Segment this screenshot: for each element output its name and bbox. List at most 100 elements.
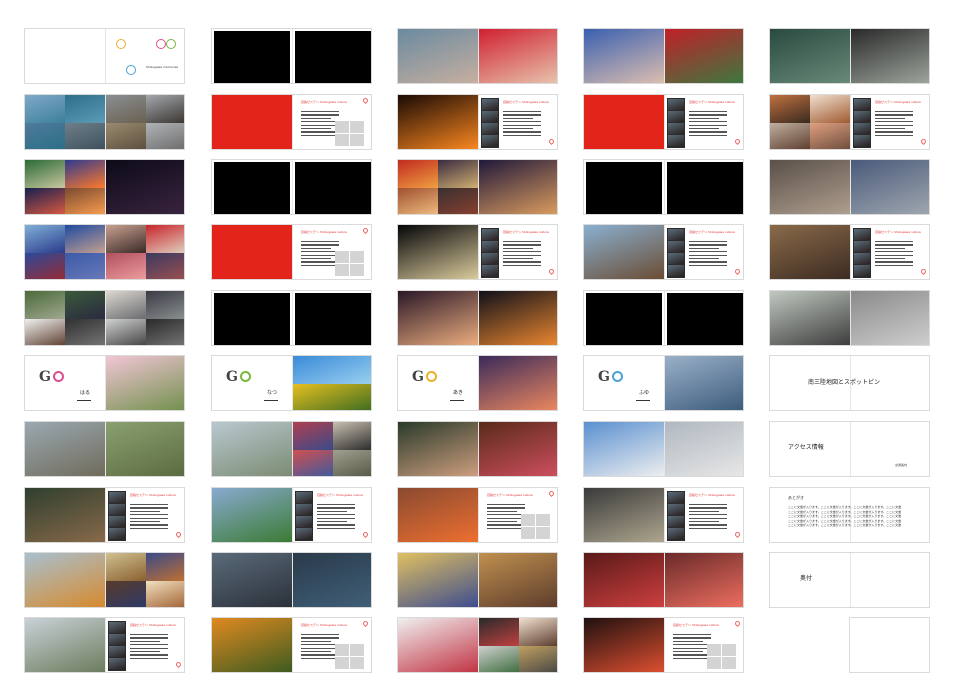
- book-spread-3[interactable]: [24, 224, 185, 280]
- book-spread-7[interactable]: 目指せステ〜 Shizugawa nature: [24, 487, 185, 543]
- image-placeholder: [707, 644, 721, 656]
- text-line: [673, 644, 711, 646]
- book-spread-24[interactable]: [397, 290, 558, 346]
- book-spread-10[interactable]: [211, 28, 372, 84]
- book-spread-47[interactable]: あとがき ここに文章が入ります。ここに文章が入ります。ここに文章が入ります。ここに…: [769, 487, 930, 543]
- book-spread-20[interactable]: [397, 28, 558, 84]
- book-spread-15[interactable]: G なつ: [211, 355, 372, 411]
- text-line: [301, 647, 339, 649]
- text-line: [301, 261, 339, 263]
- book-spread-6[interactable]: [24, 421, 185, 477]
- photo: [665, 553, 743, 607]
- book-spread-30[interactable]: [583, 28, 744, 84]
- page-fold: [105, 29, 106, 83]
- text-line: [301, 634, 339, 636]
- book-spread-18[interactable]: [211, 552, 372, 608]
- right-page: [293, 160, 371, 214]
- book-spread-0[interactable]: Shizugawa memories: [24, 28, 185, 84]
- photo: [293, 450, 333, 476]
- left-page: [212, 225, 292, 279]
- right-page: 目指せステ〜 Shizugawa nature: [293, 95, 371, 149]
- book-spread-42[interactable]: [769, 159, 930, 215]
- book-spread-43[interactable]: 目指せステ〜 Shizugawa nature: [769, 224, 930, 280]
- book-spread-8[interactable]: [24, 552, 185, 608]
- photo: [106, 422, 184, 476]
- book-spread-4[interactable]: [24, 290, 185, 346]
- book-spread-16[interactable]: [211, 421, 372, 477]
- thumbnail: [668, 504, 684, 515]
- text-line: [487, 521, 517, 523]
- book-spread-17[interactable]: 目指せステ〜 Shizugawa nature: [211, 487, 372, 543]
- book-spread-48[interactable]: 奥付: [769, 552, 930, 608]
- book-spread-26[interactable]: [397, 421, 558, 477]
- map-pin-icon: [547, 267, 556, 276]
- photo: [398, 291, 478, 345]
- text-line: [689, 521, 719, 523]
- book-spread-41[interactable]: 目指せステ〜 Shizugawa nature: [769, 94, 930, 150]
- photo: [65, 291, 105, 319]
- full-page-photo: [106, 160, 184, 214]
- book-spread-27[interactable]: 目指せステ〜 Shizugawa nature: [397, 487, 558, 543]
- page-fold: [292, 291, 293, 345]
- book-spread-36[interactable]: [583, 421, 744, 477]
- page-fold: [664, 618, 665, 672]
- book-spread-33[interactable]: 目指せステ〜 Shizugawa nature: [583, 224, 744, 280]
- book-spread-22[interactable]: [397, 159, 558, 215]
- book-spread-49[interactable]: [769, 617, 930, 673]
- book-spread-39[interactable]: 目指せステ〜 Shizugawa nature: [583, 617, 744, 673]
- book-spread-21[interactable]: 目指せステ〜 Shizugawa nature: [397, 94, 558, 150]
- text-line: [875, 258, 905, 260]
- book-spread-40[interactable]: [769, 28, 930, 84]
- book-spread-23[interactable]: 目指せステ〜 Shizugawa nature: [397, 224, 558, 280]
- right-page: 目指せステ〜 Shizugawa nature: [293, 225, 371, 279]
- book-spread-29[interactable]: [397, 617, 558, 673]
- text-line: [317, 517, 355, 519]
- book-spread-2[interactable]: [24, 159, 185, 215]
- book-spread-38[interactable]: [583, 552, 744, 608]
- text-line: [875, 247, 905, 250]
- book-spread-5[interactable]: G はる: [24, 355, 185, 411]
- book-spread-44[interactable]: [769, 290, 930, 346]
- text-line: [487, 517, 525, 519]
- book-spread-11[interactable]: 目指せステ〜 Shizugawa nature: [211, 94, 372, 150]
- book-spread-9[interactable]: 目指せステ〜 Shizugawa nature: [24, 617, 185, 673]
- book-spread-25[interactable]: G あき: [397, 355, 558, 411]
- book-spread-28[interactable]: [397, 552, 558, 608]
- book-spread-32[interactable]: [583, 159, 744, 215]
- text-line: [301, 657, 339, 660]
- page-fold: [664, 29, 665, 83]
- text-line: [130, 507, 168, 509]
- book-spread-34[interactable]: [583, 290, 744, 346]
- feature-heading: 目指せステ〜 Shizugawa nature: [301, 230, 347, 234]
- left-page: G ふゆ: [584, 356, 664, 410]
- text-line: [875, 111, 913, 113]
- left-page: [584, 291, 664, 345]
- book-spread-19[interactable]: 目指せステ〜 Shizugawa nature: [211, 617, 372, 673]
- book-spread-31[interactable]: 目指せステ〜 Shizugawa nature: [583, 94, 744, 150]
- page-fold: [850, 553, 851, 607]
- book-spread-12[interactable]: [211, 159, 372, 215]
- book-spread-45[interactable]: 南三陸地図とスポットピン: [769, 355, 930, 411]
- image-placeholder: [350, 264, 364, 276]
- text-line: [875, 254, 913, 256]
- photo: [146, 291, 184, 319]
- text-line: [689, 264, 727, 267]
- book-spread-46[interactable]: アクセス情報 交通案内: [769, 421, 930, 477]
- book-spread-1[interactable]: [24, 94, 185, 150]
- colophon-title: 奥付: [800, 575, 813, 582]
- photo: [65, 225, 105, 253]
- left-page: [398, 553, 478, 607]
- book-spread-35[interactable]: G ふゆ: [583, 355, 744, 411]
- left-page: [212, 618, 292, 672]
- book-spread-37[interactable]: 目指せステ〜 Shizugawa nature: [583, 487, 744, 543]
- book-spread-13[interactable]: 目指せステ〜 Shizugawa nature: [211, 224, 372, 280]
- feature-heading: 目指せステ〜 Shizugawa nature: [673, 623, 719, 627]
- photo: [398, 618, 478, 672]
- text-line: [130, 647, 168, 649]
- text-line: [130, 644, 168, 646]
- text-line: [503, 124, 541, 126]
- page-fold: [292, 29, 293, 83]
- book-spread-14[interactable]: [211, 290, 372, 346]
- text-line: [689, 251, 727, 253]
- left-page: [25, 553, 105, 607]
